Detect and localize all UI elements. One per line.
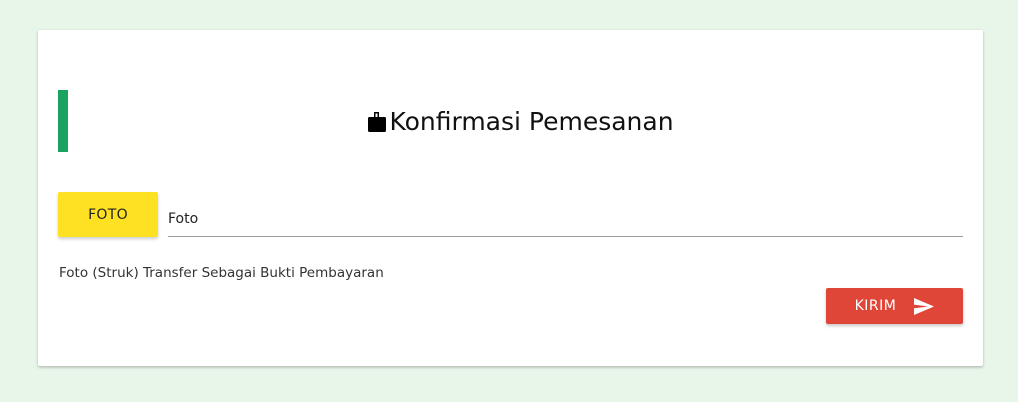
page-title: Konfirmasi Pemesanan	[38, 106, 1003, 141]
file-select-button[interactable]: FOTO	[58, 192, 158, 237]
confirmation-card: Konfirmasi Pemesanan FOTO Foto (Struk) T…	[38, 30, 983, 366]
helper-text: Foto (Struk) Transfer Sebagai Bukti Pemb…	[59, 265, 384, 281]
submit-button[interactable]: KIRIM	[826, 288, 963, 324]
page-title-text: Konfirmasi Pemesanan	[389, 107, 674, 136]
submit-button-label: KIRIM	[854, 298, 897, 314]
file-path-input[interactable]	[168, 202, 963, 237]
wallet-icon	[367, 109, 387, 141]
send-icon	[914, 297, 935, 315]
